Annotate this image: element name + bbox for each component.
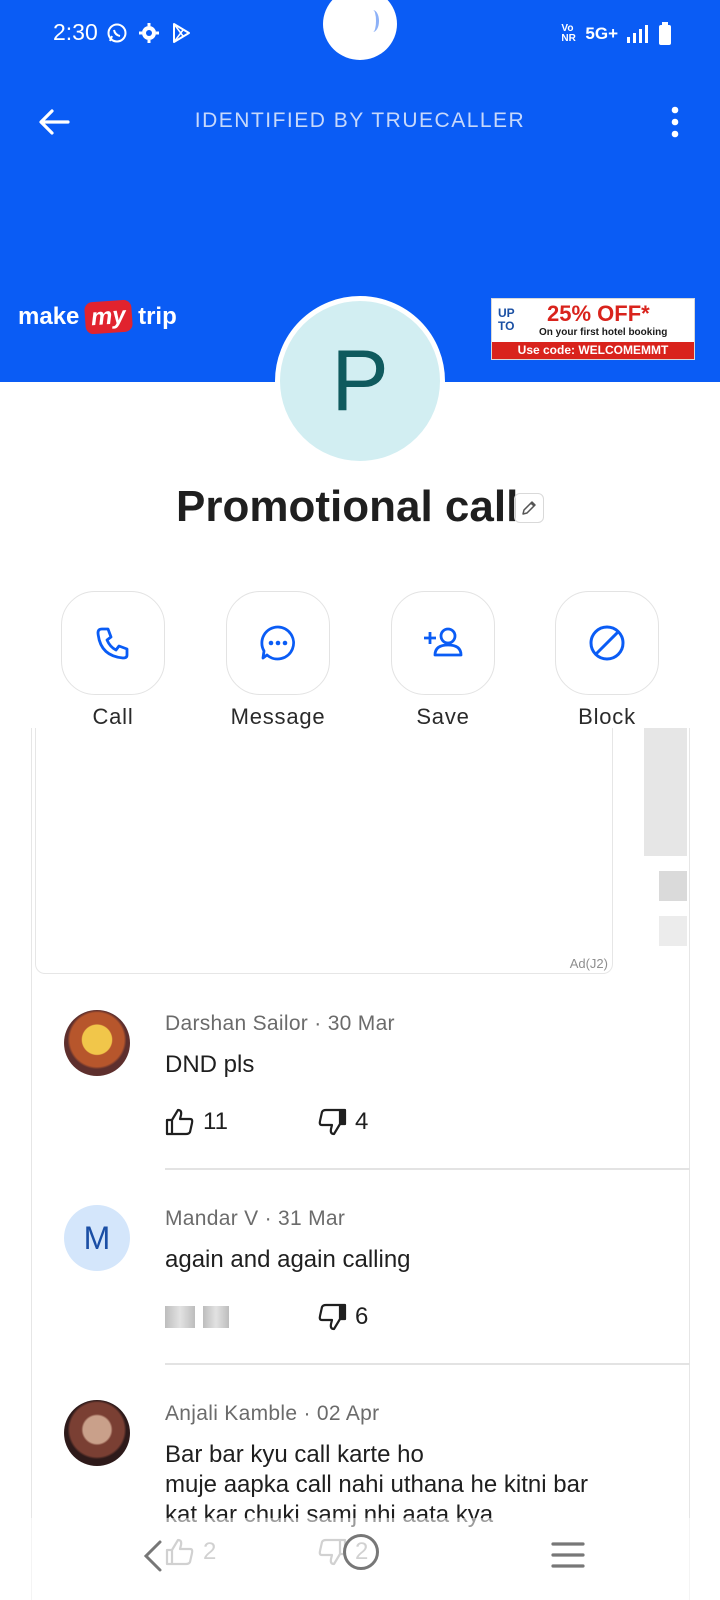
comment-author: Darshan Sailor — [165, 1012, 309, 1035]
comment-divider — [165, 1363, 690, 1365]
brand-right: trip — [138, 303, 177, 330]
loading-spinner-icon — [367, 10, 379, 32]
header-title: IDENTIFIED BY TRUECALLER — [194, 109, 526, 132]
comment-divider — [165, 1168, 690, 1170]
contact-avatar: P — [275, 296, 445, 466]
battery-icon — [659, 22, 671, 45]
like-count-obscured — [203, 1306, 229, 1328]
system-icons: Vo NR 5G+ — [561, 22, 672, 46]
gear-icon — [139, 23, 159, 43]
comment-text: Bar bar kyu call karte ho muje aapka cal… — [165, 1440, 685, 1530]
message-label: Message — [230, 704, 326, 729]
like-button[interactable]: 11 — [165, 1108, 317, 1136]
network-type: 5G+ — [585, 24, 618, 43]
comment-date: 31 Mar — [278, 1207, 346, 1230]
commenter-avatar[interactable]: M — [64, 1205, 130, 1271]
dislike-count: 6 — [355, 1303, 369, 1330]
makemytrip-logo[interactable]: make my trip — [18, 299, 177, 335]
message-action[interactable]: Message — [226, 591, 330, 730]
meta-separator: · — [303, 1402, 311, 1425]
promo-discount: 25% OFF* — [547, 301, 650, 326]
thumbs-up-icon — [165, 1108, 194, 1136]
notification-icons — [106, 22, 192, 44]
add-contact-icon — [424, 627, 463, 657]
comment-votes: 11 4 — [165, 1108, 368, 1136]
block-icon — [589, 625, 625, 661]
system-navigation-bar — [0, 1518, 720, 1600]
ad-placeholder — [644, 728, 687, 856]
comment-line: muje aapka call nahi uthana he kitni bar — [165, 1471, 588, 1498]
comment-date: 02 Apr — [316, 1402, 380, 1425]
comment-votes: 6 — [165, 1303, 368, 1331]
meta-separator: · — [314, 1012, 322, 1035]
nav-menu-icon[interactable] — [551, 1540, 585, 1570]
like-button[interactable] — [165, 1306, 317, 1328]
save-button[interactable] — [391, 591, 495, 695]
dislike-count: 4 — [355, 1108, 369, 1135]
nav-home-icon[interactable] — [343, 1534, 379, 1570]
play-store-icon — [173, 23, 190, 43]
promo-upto: UP TO — [498, 306, 515, 333]
block-action[interactable]: Block — [555, 591, 659, 730]
ad-placeholder — [659, 916, 687, 946]
edit-name-button[interactable] — [514, 493, 544, 523]
comment-author: Anjali Kamble — [165, 1402, 298, 1425]
brand-mid: my — [84, 299, 134, 335]
like-icon-obscured — [165, 1306, 195, 1328]
save-action[interactable]: Save — [391, 591, 495, 730]
contact-name: Promotional call — [176, 482, 519, 531]
status-time: 2:30 — [53, 19, 98, 45]
nav-back-icon[interactable] — [140, 1538, 166, 1574]
comment-meta: Anjali Kamble · 02 Apr — [165, 1402, 379, 1426]
dislike-button[interactable]: 6 — [317, 1303, 368, 1331]
meta-separator: · — [264, 1207, 272, 1230]
save-label: Save — [416, 704, 470, 729]
like-count: 11 — [203, 1108, 228, 1135]
call-button[interactable] — [61, 591, 165, 695]
message-button[interactable] — [226, 591, 330, 695]
volte-indicator: Vo NR — [561, 23, 576, 44]
signal-icon — [627, 25, 648, 43]
block-button[interactable] — [555, 591, 659, 695]
thumbs-down-icon — [318, 1303, 347, 1331]
block-label: Block — [578, 704, 636, 729]
more-options-icon[interactable] — [660, 102, 690, 142]
dislike-button[interactable]: 4 — [317, 1108, 368, 1136]
call-action[interactable]: Call — [61, 591, 165, 730]
promo-code: Use code: WELCOMEMMT — [492, 342, 694, 359]
phone-icon — [96, 627, 129, 660]
promo-subtitle: On your first hotel booking — [539, 327, 668, 338]
comment-date: 30 Mar — [327, 1012, 395, 1035]
pencil-icon — [522, 501, 536, 515]
thumbs-down-icon — [318, 1108, 347, 1136]
call-label: Call — [92, 704, 134, 729]
comment-author: Mandar V — [165, 1207, 259, 1230]
comment-text: DND pls — [165, 1051, 255, 1078]
comment-meta: Darshan Sailor · 30 Mar — [165, 1012, 395, 1036]
brand-left: make — [18, 303, 80, 330]
promo-banner[interactable]: UP TO 25% OFF* On your first hotel booki… — [491, 298, 695, 360]
message-icon — [260, 625, 295, 661]
comment-meta: Mandar V · 31 Mar — [165, 1207, 345, 1231]
whatsapp-icon — [107, 23, 127, 43]
commenter-avatar[interactable] — [64, 1010, 130, 1076]
comment-text: again and again calling — [165, 1246, 411, 1273]
comment-line: Bar bar kyu call karte ho — [165, 1441, 424, 1468]
ad-tag: Ad(J2) — [569, 956, 608, 971]
sponsored-ad-card[interactable]: Ad(J2) — [35, 728, 613, 974]
ad-placeholder — [659, 871, 687, 901]
commenter-avatar[interactable] — [64, 1400, 130, 1466]
